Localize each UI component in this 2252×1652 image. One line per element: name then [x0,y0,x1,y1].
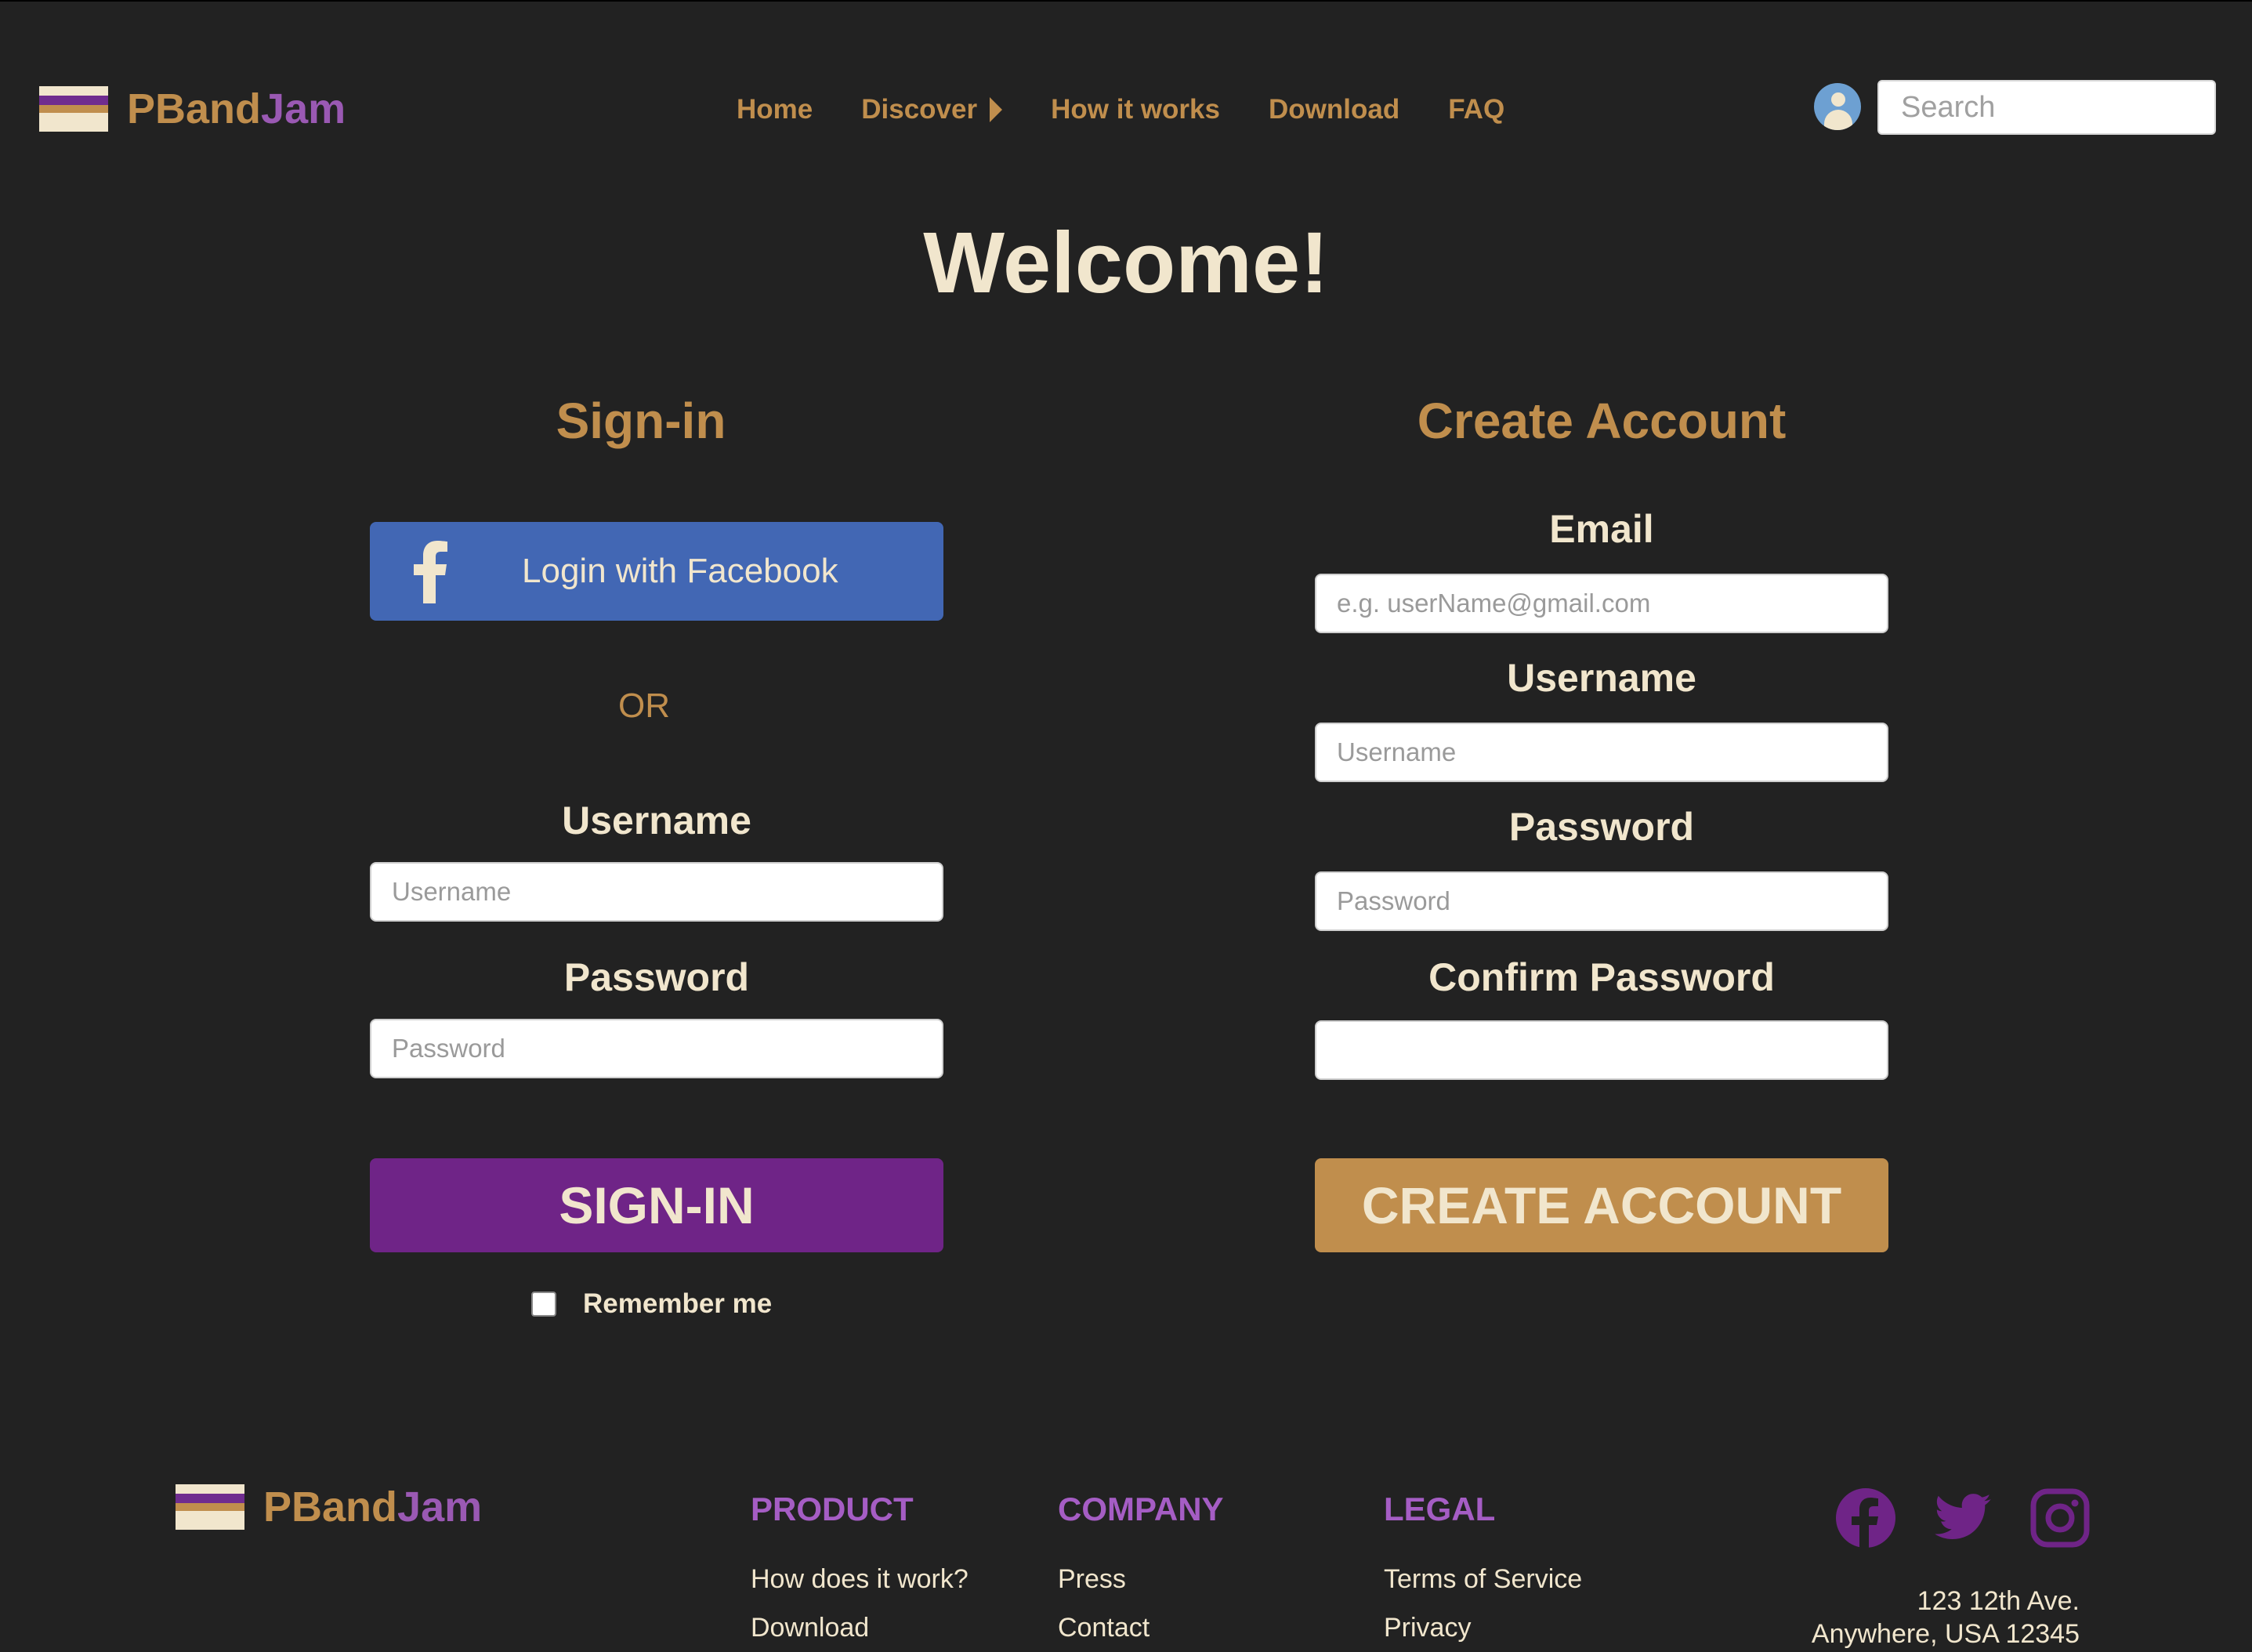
signin-username-input[interactable] [370,862,943,922]
facebook-login-button[interactable]: Login with Facebook [370,522,943,621]
twitter-icon[interactable] [1932,1487,1993,1549]
footer-heading: LEGAL [1384,1491,1496,1527]
remember-me: Remember me [531,1288,772,1320]
footer-heading: COMPANY [1058,1491,1224,1527]
footer-heading: PRODUCT [751,1491,914,1527]
email-field[interactable] [1315,574,1888,633]
instagram-icon[interactable] [2029,1487,2091,1549]
create-account-button[interactable]: CREATE ACCOUNT [1315,1158,1888,1252]
footer-link-terms[interactable]: Terms of Service [1384,1555,1582,1603]
user-avatar-icon[interactable] [1814,83,1861,130]
remember-me-label: Remember me [583,1288,773,1319]
create-password-input[interactable] [1315,871,1888,931]
page-title: Welcome! [923,215,1329,311]
footer-link-download[interactable]: Download [751,1603,969,1652]
logo-text: PBandJam [263,1484,483,1531]
nav-discover[interactable]: Discover [861,94,1003,125]
create-username-input[interactable] [1315,723,1888,782]
facebook-login-label: Login with Facebook [522,552,838,590]
nav-download[interactable]: Download [1269,94,1399,125]
header-logo[interactable]: PBandJam [39,85,346,133]
address-line: 123 12th Ave. [1917,1586,2080,1616]
nav-how-it-works[interactable]: How it works [1051,94,1220,125]
caret-right-icon [990,97,1003,122]
signin-password-label: Password [563,955,750,999]
footer-company-column: COMPANY Press Contact [1058,1491,1224,1652]
footer-link-how-it-works[interactable]: How does it work? [751,1555,969,1603]
nav-faq[interactable]: FAQ [1448,94,1504,125]
create-username-label: Username [1507,656,1696,700]
facebook-f-icon [414,541,447,603]
footer-link-contact[interactable]: Contact [1058,1603,1224,1652]
footer-logo[interactable]: PBandJam [176,1483,482,1531]
top-border [0,0,2252,2]
confirm-password-input[interactable] [1315,1020,1888,1080]
create-password-label: Password [1508,805,1695,849]
footer-link-privacy[interactable]: Privacy [1384,1603,1582,1652]
footer-product-column: PRODUCT How does it work? Download [751,1491,969,1652]
signin-title: Sign-in [556,393,726,449]
signin-button[interactable]: SIGN-IN [370,1158,943,1252]
main-nav: Home Discover How it works Download FAQ [737,88,1504,132]
search-input[interactable] [1877,80,2216,135]
footer-legal-column: LEGAL Terms of Service Privacy [1384,1491,1582,1652]
footer-address: 123 12th Ave. Anywhere, USA 12345 [1812,1585,2080,1650]
create-account-title: Create Account [1417,393,1787,449]
logo-icon [39,86,108,132]
email-label: Email [1549,507,1654,551]
facebook-icon[interactable] [1835,1487,1896,1549]
or-divider: OR [618,687,670,725]
footer-link-press[interactable]: Press [1058,1555,1224,1603]
signin-username-label: Username [562,799,751,842]
logo-icon [176,1484,244,1530]
logo-text: PBandJam [127,85,346,132]
confirm-password-label: Confirm Password [1428,955,1775,999]
signin-password-input[interactable] [370,1019,943,1078]
remember-me-checkbox[interactable] [531,1292,556,1317]
nav-home[interactable]: Home [737,94,813,125]
